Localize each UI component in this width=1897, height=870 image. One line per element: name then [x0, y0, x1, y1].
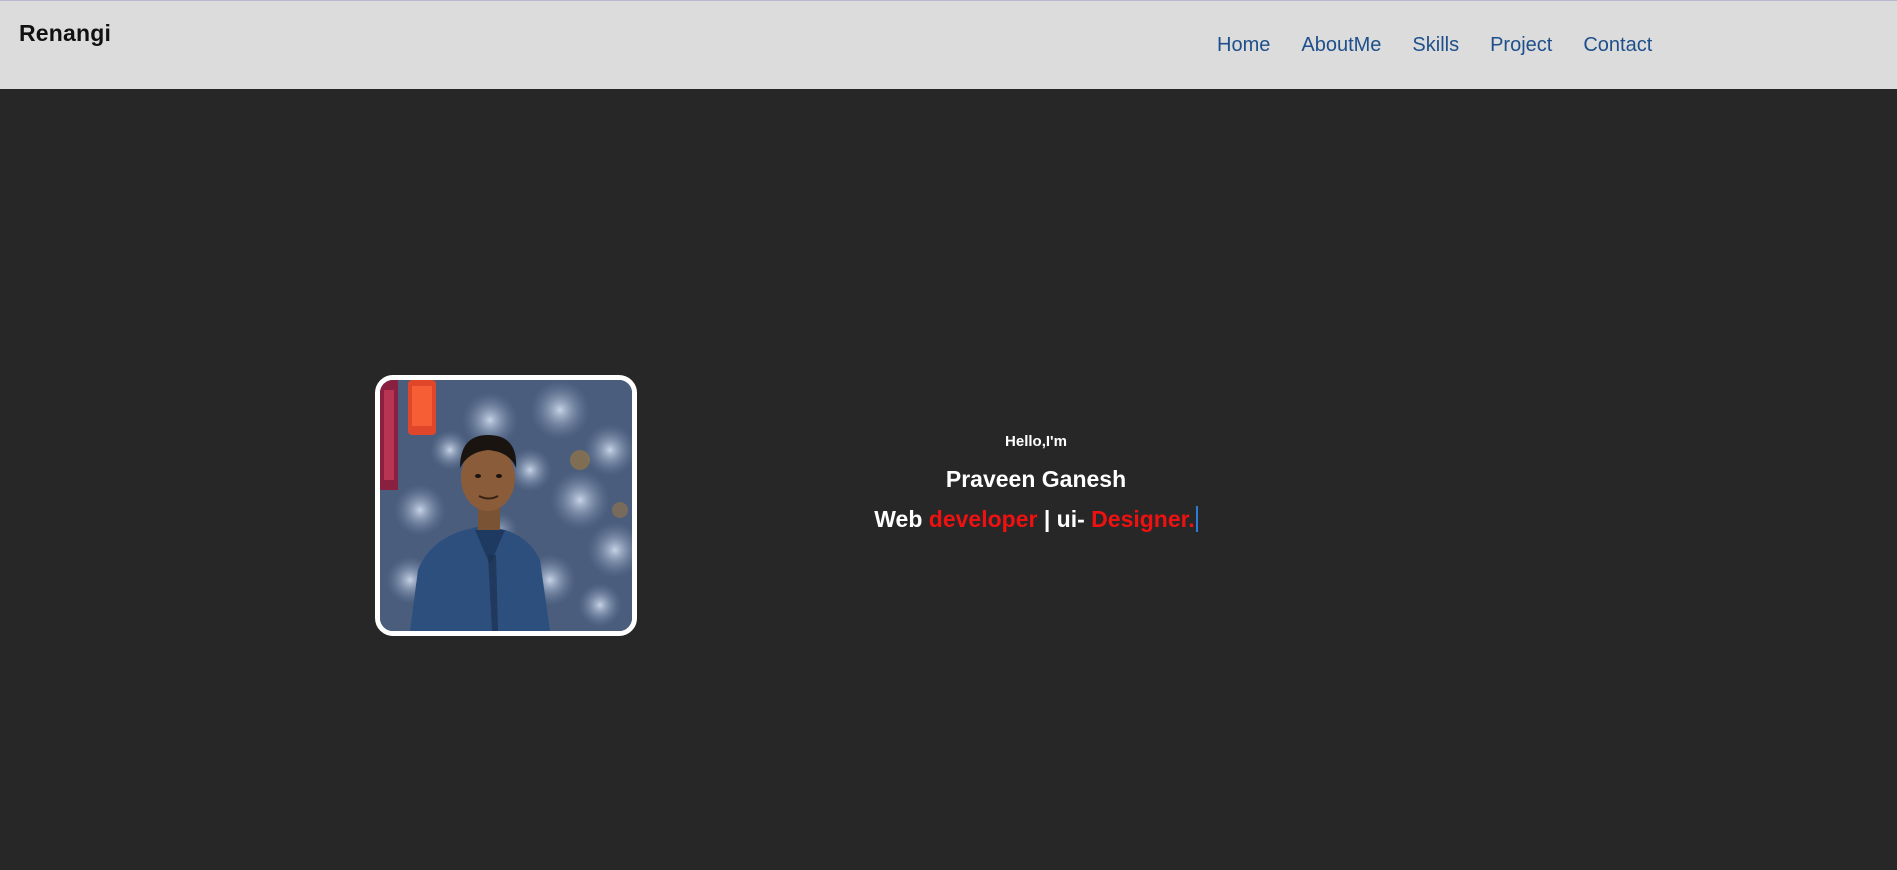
person-name: Praveen Ganesh — [945, 466, 1127, 492]
role-separator: | ui- — [1037, 506, 1092, 532]
nav-links: Home AboutMe Skills Project Contact — [1217, 33, 1683, 57]
brand-logo-text[interactable]: Renangi — [19, 20, 111, 47]
nav-link-skills[interactable]: Skills — [1412, 33, 1459, 57]
nav-link-project[interactable]: Project — [1490, 33, 1552, 57]
nav-link-home[interactable]: Home — [1217, 33, 1270, 57]
nav-link-aboutme[interactable]: AboutMe — [1301, 33, 1381, 57]
role-word-web: Web — [874, 506, 929, 532]
profile-photo-image — [380, 380, 632, 631]
hero-section: Hello,I'm Praveen Ganesh Web developer |… — [0, 89, 1897, 870]
intro-block: Hello,I'm Praveen Ganesh Web developer |… — [700, 432, 1372, 533]
role-word-designer: Designer. — [1091, 506, 1195, 532]
profile-photo — [375, 375, 637, 636]
nav-link-contact[interactable]: Contact — [1583, 33, 1652, 57]
top-navbar: Renangi Home AboutMe Skills Project Cont… — [0, 0, 1897, 89]
role-word-developer: developer — [928, 506, 1038, 532]
role-typing-text: Web developer | ui- Designer. — [700, 505, 1372, 533]
greeting-text: Hello,I'm — [1005, 433, 1067, 450]
typing-cursor — [1195, 506, 1198, 532]
